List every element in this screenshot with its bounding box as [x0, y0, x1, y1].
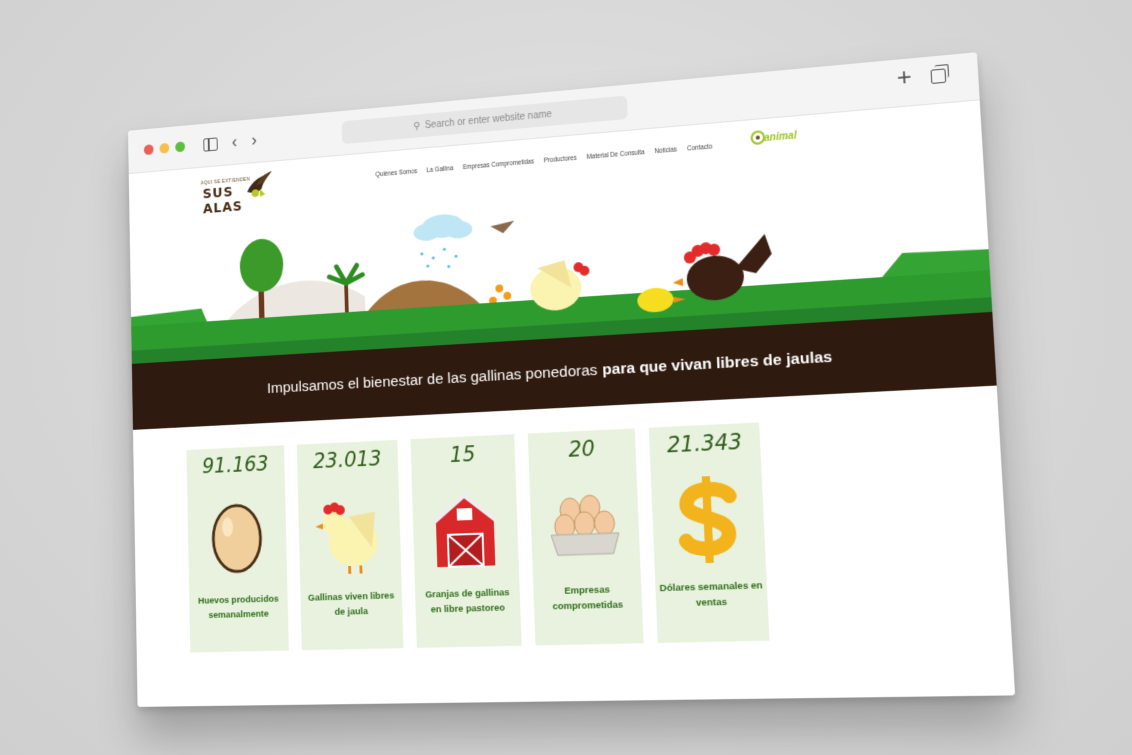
back-arrow-icon[interactable]: ‹: [232, 131, 238, 152]
search-icon: ⚲: [413, 120, 421, 132]
browser-window: ‹ › ⚲ Search or enter website name + AQU…: [128, 52, 1016, 707]
dollar-icon: [665, 466, 752, 572]
stat-label: Dólares semanales en ventas: [659, 580, 763, 609]
banner-text: Impulsamos el bienestar de las gallinas …: [266, 361, 598, 397]
bird-logo-icon: [246, 171, 273, 198]
webpage: AQUI SE EXTIENDEN SUS ALAS Quiénes Somos…: [128, 100, 1016, 707]
tab-overview-icon[interactable]: [930, 68, 947, 85]
sidebar-toggle-icon[interactable]: [203, 137, 218, 152]
minimize-window-button[interactable]: [159, 142, 170, 154]
stat-value: 20: [567, 436, 596, 462]
menu-item-noticias[interactable]: Noticias: [654, 146, 677, 155]
stat-card-companies: 20 Empresas comprometidas: [527, 428, 644, 646]
stat-value: 15: [449, 442, 476, 468]
window-controls: [143, 141, 186, 156]
stat-card-hens: 23.013 Gallinas viven libres de jaula: [296, 439, 404, 651]
banner-text-bold: para que vivan libres de jaulas: [602, 348, 833, 379]
stat-label: Empresas comprometidas: [552, 584, 624, 613]
menu-item-material[interactable]: Material De Consulta: [586, 149, 644, 161]
stat-card-sales: 21.343 Dólares semanales en ventas: [648, 422, 770, 643]
egg-icon: [200, 487, 275, 587]
partner-logo[interactable]: animal: [764, 130, 797, 144]
stats-section: 91.163 Huevos producidos semanalmente 23…: [186, 422, 770, 653]
menu-item-la-gallina[interactable]: La Gallina: [426, 165, 453, 174]
stat-label: Huevos producidos semanalmente: [197, 593, 279, 621]
stat-value: 91.163: [201, 451, 269, 479]
menu-item-contacto[interactable]: Contacto: [687, 143, 713, 152]
menu-item-quienes-somos[interactable]: Quiénes Somos: [375, 168, 417, 178]
egg-carton-icon: [543, 472, 627, 576]
menu-item-empresas[interactable]: Empresas Comprometidas: [463, 158, 535, 171]
maximize-window-button[interactable]: [175, 141, 186, 153]
backdrop: ‹ › ⚲ Search or enter website name + AQU…: [0, 0, 1132, 755]
menu-item-productores[interactable]: Productores: [544, 155, 577, 165]
stat-label: Gallinas viven libres de jaula: [307, 590, 395, 618]
hen-icon: [315, 502, 379, 574]
site-logo[interactable]: AQUI SE EXTIENDEN SUS ALAS: [201, 169, 273, 217]
barn-icon: [431, 491, 498, 580]
close-window-button[interactable]: [143, 144, 154, 156]
stat-card-eggs: 91.163 Huevos producidos semanalmente: [186, 445, 289, 653]
stat-card-farms: 15 Granjas de gallinas en libre pastoreo: [410, 434, 522, 648]
stat-value: 21.343: [666, 429, 743, 458]
stat-value: 23.013: [312, 446, 382, 474]
new-tab-icon[interactable]: +: [896, 63, 912, 92]
forward-arrow-icon[interactable]: ›: [251, 129, 257, 150]
main-menu: Quiénes Somos La Gallina Empresas Compro…: [375, 143, 712, 178]
stat-label: Granjas de gallinas en libre pastoreo: [425, 587, 510, 616]
address-bar-placeholder: Search or enter website name: [424, 108, 553, 131]
